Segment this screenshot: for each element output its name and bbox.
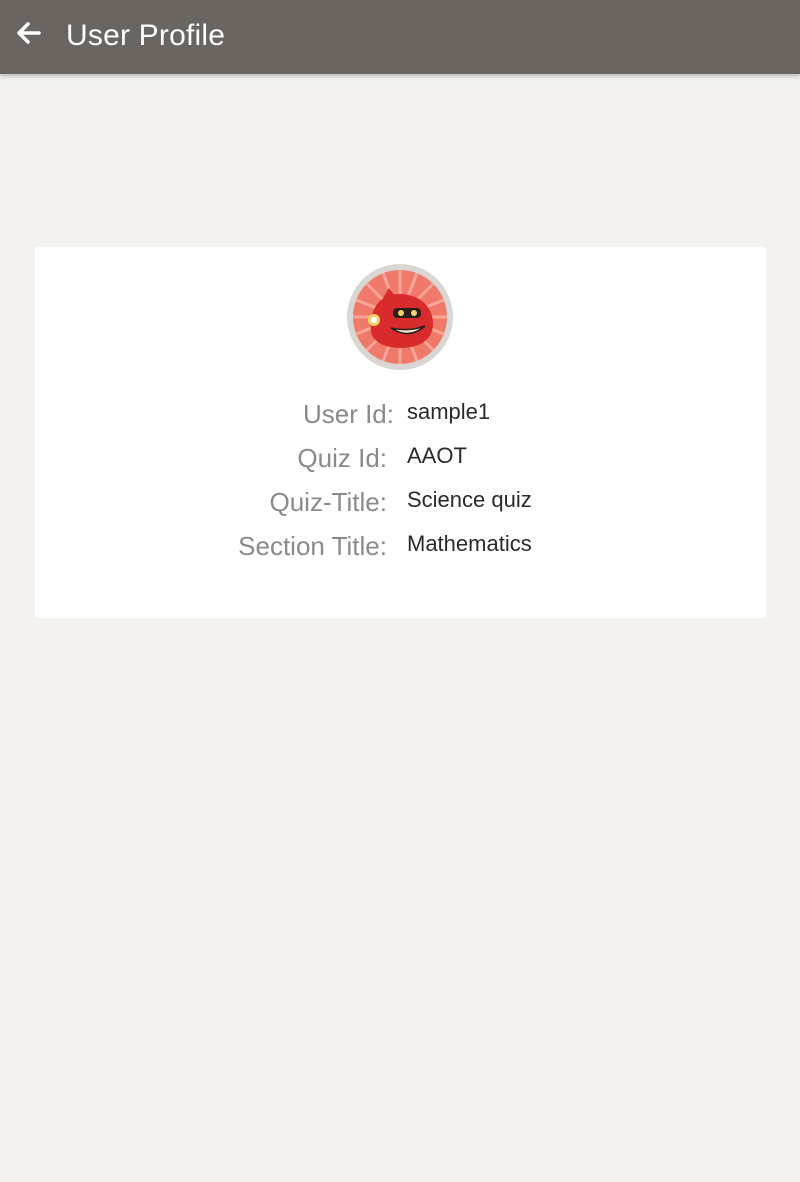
quiz-title-row: Quiz-Title: Science quiz <box>35 484 766 520</box>
quiz-id-value: AAOT <box>407 443 467 468</box>
arrow-left-icon <box>15 21 41 50</box>
user-id-label: User Id: <box>302 399 394 429</box>
app-bar: User Profile <box>0 0 800 74</box>
quiz-title-label: Quiz-Title: <box>269 487 388 517</box>
section-title-label: Section Title: <box>238 531 387 561</box>
quiz-id-row: Quiz Id: AAOT <box>35 440 766 476</box>
back-button[interactable] <box>10 17 46 53</box>
section-title-row: Section Title: Mathematics <box>35 528 766 564</box>
quiz-id-label: Quiz Id: <box>297 443 387 473</box>
user-id-row: User Id: sample1 <box>35 396 766 432</box>
cartoon-avatar-icon <box>353 270 447 364</box>
page-title: User Profile <box>66 19 226 52</box>
quiz-title-value: Science quiz <box>407 487 532 512</box>
section-title-value: Mathematics <box>407 531 532 556</box>
profile-card: User Id: sample1 Quiz Id: AAOT Quiz-Titl… <box>35 247 766 618</box>
avatar <box>347 264 453 370</box>
user-id-value: sample1 <box>407 399 491 424</box>
